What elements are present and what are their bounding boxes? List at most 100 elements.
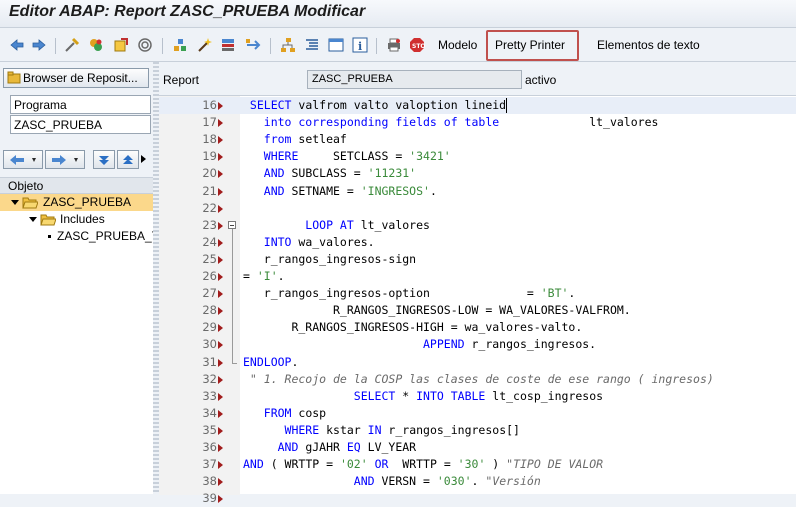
line-marker-icon — [218, 119, 223, 128]
code-line[interactable]: 32 " 1. Recojo de la COSP las clases de … — [159, 371, 796, 388]
line-marker-icon — [218, 255, 223, 264]
repository-browser-button[interactable]: Browser de Reposit... — [3, 68, 149, 88]
line-marker-icon — [218, 102, 223, 110]
keyword-token: AND — [243, 166, 292, 181]
object-name-field[interactable]: ZASC_PRUEBA — [10, 115, 151, 134]
line-marker-icon — [218, 290, 223, 299]
fold-toggle-icon[interactable] — [228, 220, 236, 229]
model-button[interactable]: Modelo — [438, 38, 477, 52]
code-line[interactable]: 30 APPEND r_rangos_ingresos. — [159, 336, 796, 353]
code-line[interactable]: 23 LOOP AT lt_valores — [159, 217, 796, 234]
print-icon[interactable] — [386, 37, 402, 53]
back-arrow-icon[interactable] — [9, 37, 25, 53]
line-number: 28 — [202, 303, 217, 318]
code-token: kstar — [326, 422, 368, 437]
code-line[interactable]: 29 R_RANGOS_INGRESOS-HIGH = wa_valores-v… — [159, 319, 796, 336]
comment-token: "Versión — [485, 474, 541, 489]
back-nav-button[interactable] — [3, 150, 43, 169]
code-line[interactable]: 31 ENDLOOP. — [159, 354, 796, 371]
more-arrow-icon[interactable] — [141, 155, 146, 163]
code-line[interactable]: 37 AND ( WRTTP = '02' OR WRTTP = '30' ) "… — [159, 456, 796, 473]
code-text: APPEND r_rangos_ingresos. — [243, 336, 596, 353]
display-change-icon[interactable] — [64, 37, 80, 53]
line-marker-icon — [218, 136, 223, 145]
line-marker-icon — [218, 153, 223, 162]
code-line[interactable]: 33 SELECT * INTO TABLE lt_cosp_ingresos — [159, 388, 796, 405]
stop-icon[interactable]: STO — [409, 37, 425, 53]
code-line[interactable]: 39 — [159, 490, 796, 507]
hierarchy-icon[interactable] — [172, 37, 188, 53]
code-text: SELECT * INTO TABLE lt_cosp_ingresos — [243, 388, 603, 405]
code-text: WHERE SETCLASS = '3421' — [243, 148, 451, 165]
code-line[interactable]: 28 R_RANGOS_INGRESOS-LOW = WA_VALORES-VA… — [159, 302, 796, 319]
text-elements-button[interactable]: Elementos de texto — [597, 38, 700, 52]
code-token: lt_valores — [506, 115, 659, 130]
code-text: ENDLOOP. — [243, 354, 298, 371]
keyword-token: APPEND — [243, 337, 472, 352]
tree-node-program[interactable]: ZASC_PRUEBA — [0, 194, 153, 211]
code-line[interactable]: 38 AND VERSN = '030'. "Versión — [159, 473, 796, 490]
repository-icon — [7, 71, 21, 85]
line-number: 17 — [202, 115, 217, 130]
string-token: '11231' — [367, 166, 417, 181]
code-line[interactable]: 34 FROM cosp — [159, 405, 796, 422]
active-inactive-icon[interactable] — [88, 37, 104, 53]
keyword-token: LOOP AT — [243, 217, 361, 232]
code-line[interactable]: 20 AND SUBCLASS = '11231' — [159, 165, 796, 182]
forward-arrow-icon[interactable] — [31, 37, 47, 53]
code-line[interactable]: 19 WHERE SETCLASS = '3421' — [159, 148, 796, 165]
code-line[interactable]: 26 = 'I'. — [159, 268, 796, 285]
code-line[interactable]: 27 r_rangos_ingresos-option = 'BT'. — [159, 285, 796, 302]
line-marker-icon — [218, 409, 223, 418]
keyword-token: EQ — [346, 440, 368, 454]
folder-open-icon — [40, 213, 57, 228]
forward-nav-button[interactable] — [45, 150, 85, 169]
code-token: . — [291, 354, 299, 369]
code-token: . — [277, 269, 285, 283]
code-token: . — [471, 474, 486, 489]
where-used-icon[interactable] — [137, 37, 153, 53]
comment-token: "TIPO DE VALOR — [506, 457, 604, 472]
tree-node-includes[interactable]: Includes — [0, 211, 153, 228]
code-line[interactable]: 22 — [159, 200, 796, 217]
line-number: 26 — [202, 269, 217, 283]
tree-node-include-item[interactable]: ZASC_PRUEBA_T — [0, 228, 153, 245]
code-line[interactable]: 36 AND gJAHR EQ LV_YEAR — [159, 439, 796, 456]
line-number: 31 — [202, 354, 217, 369]
report-name-field: ZASC_PRUEBA — [307, 70, 522, 89]
indent-icon[interactable] — [304, 37, 320, 53]
line-number: 34 — [202, 405, 217, 420]
code-token: wa_valores. — [298, 234, 375, 249]
code-text: AND SUBCLASS = '11231' — [243, 165, 416, 182]
other-object-icon[interactable] — [113, 37, 129, 53]
line-marker-icon — [218, 426, 223, 435]
line-marker-icon — [218, 273, 223, 281]
structure-icon[interactable] — [280, 37, 296, 53]
collapse-button[interactable] — [93, 150, 115, 169]
code-editor[interactable]: 16 SELECT valfrom valto valoption lineid… — [159, 95, 796, 505]
object-list-icon[interactable] — [220, 37, 236, 53]
magic-wand-icon[interactable] — [196, 37, 212, 53]
string-token: '030' — [436, 474, 472, 489]
window-icon[interactable] — [328, 37, 344, 53]
code-token: lt_cosp_ingresos — [492, 388, 604, 403]
keyword-token: SELECT — [243, 388, 403, 403]
code-line[interactable]: 35 WHERE kstar IN r_rangos_ingresos[] — [159, 422, 796, 439]
code-text: r_rangos_ingresos-sign — [243, 251, 416, 268]
code-line[interactable]: 21 AND SETNAME = 'INGRESOS'. — [159, 183, 796, 200]
expand-button[interactable] — [117, 150, 139, 169]
navigation-icon[interactable] — [245, 37, 261, 53]
report-label: Report — [163, 73, 200, 87]
line-marker-icon — [218, 478, 223, 487]
tree-node-label: ZASC_PRUEBA_T — [57, 229, 153, 243]
line-number: 22 — [202, 200, 217, 215]
string-token: 'I' — [256, 269, 278, 283]
code-line[interactable]: 18 from setleaf — [159, 131, 796, 148]
info-icon[interactable]: i — [352, 37, 368, 53]
object-type-field[interactable]: Programa — [10, 95, 151, 114]
code-line[interactable]: 17 into corresponding fields of table lt… — [159, 114, 796, 131]
code-line[interactable]: 16 SELECT valfrom valto valoption lineid — [159, 97, 796, 114]
code-line[interactable]: 25 r_rangos_ingresos-sign — [159, 251, 796, 268]
keyword-token: IN — [367, 422, 389, 437]
code-line[interactable]: 24 INTO wa_valores. — [159, 234, 796, 251]
